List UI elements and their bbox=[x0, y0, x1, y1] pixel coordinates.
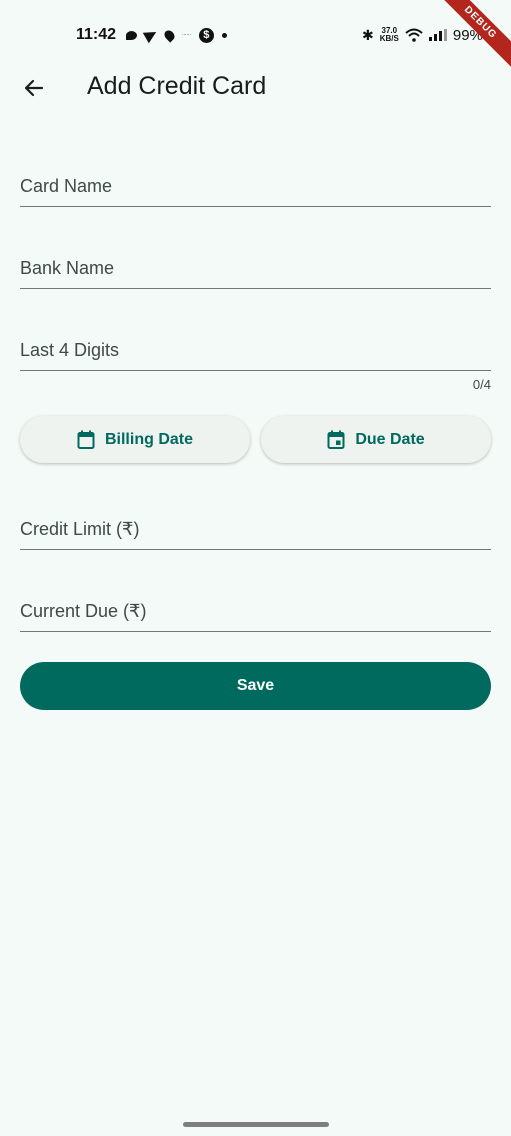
current-due-field bbox=[20, 591, 491, 632]
arrow-back-icon bbox=[24, 79, 44, 97]
card-name-field bbox=[20, 166, 491, 207]
status-bar: 11:42 ······ $ ✱ 37.0 KB/S 99% DEBUG bbox=[0, 0, 511, 76]
due-date-button[interactable]: Due Date bbox=[261, 416, 491, 463]
save-button-label: Save bbox=[236, 677, 275, 694]
bank-name-field bbox=[20, 248, 491, 289]
app-bar: Add Credit Card bbox=[0, 62, 511, 114]
character-counter: 0/4 bbox=[472, 377, 491, 392]
location-icon bbox=[162, 27, 177, 43]
dollar-icon: $ bbox=[198, 27, 214, 43]
network-speed-unit: KB/S bbox=[379, 34, 399, 43]
save-button[interactable]: Save bbox=[20, 662, 491, 710]
back-button[interactable] bbox=[16, 70, 52, 106]
current-due-input[interactable] bbox=[20, 591, 491, 631]
system-icons: ✱ 37.0 KB/S 99% bbox=[362, 25, 483, 45]
bluetooth-icon: ✱ bbox=[362, 26, 374, 43]
signal-icon bbox=[428, 29, 447, 41]
network-speed: 37.0 KB/S bbox=[380, 27, 399, 43]
wifi-icon bbox=[405, 28, 423, 42]
app-notification-icon: ······ bbox=[182, 32, 191, 38]
bank-name-input[interactable] bbox=[20, 248, 491, 288]
calendar-icon bbox=[77, 430, 95, 449]
card-name-input[interactable] bbox=[20, 166, 491, 206]
billing-date-label: Billing Date bbox=[104, 430, 193, 448]
home-indicator[interactable] bbox=[183, 1122, 329, 1127]
page-title: Add Credit Card bbox=[87, 72, 267, 100]
more-notifications-dot-icon bbox=[221, 32, 227, 38]
credit-limit-input[interactable] bbox=[20, 509, 491, 549]
credit-limit-field bbox=[20, 509, 491, 550]
chat-icon bbox=[126, 30, 137, 40]
status-time: 11:42 bbox=[76, 26, 117, 43]
notification-icons: ······ $ bbox=[126, 26, 227, 44]
last-4-digits-field bbox=[20, 330, 491, 371]
event-icon bbox=[327, 430, 345, 449]
due-date-label: Due Date bbox=[355, 430, 425, 448]
telegram-icon bbox=[142, 26, 160, 44]
last-4-digits-input[interactable] bbox=[20, 330, 491, 370]
billing-date-button[interactable]: Billing Date bbox=[20, 416, 250, 463]
